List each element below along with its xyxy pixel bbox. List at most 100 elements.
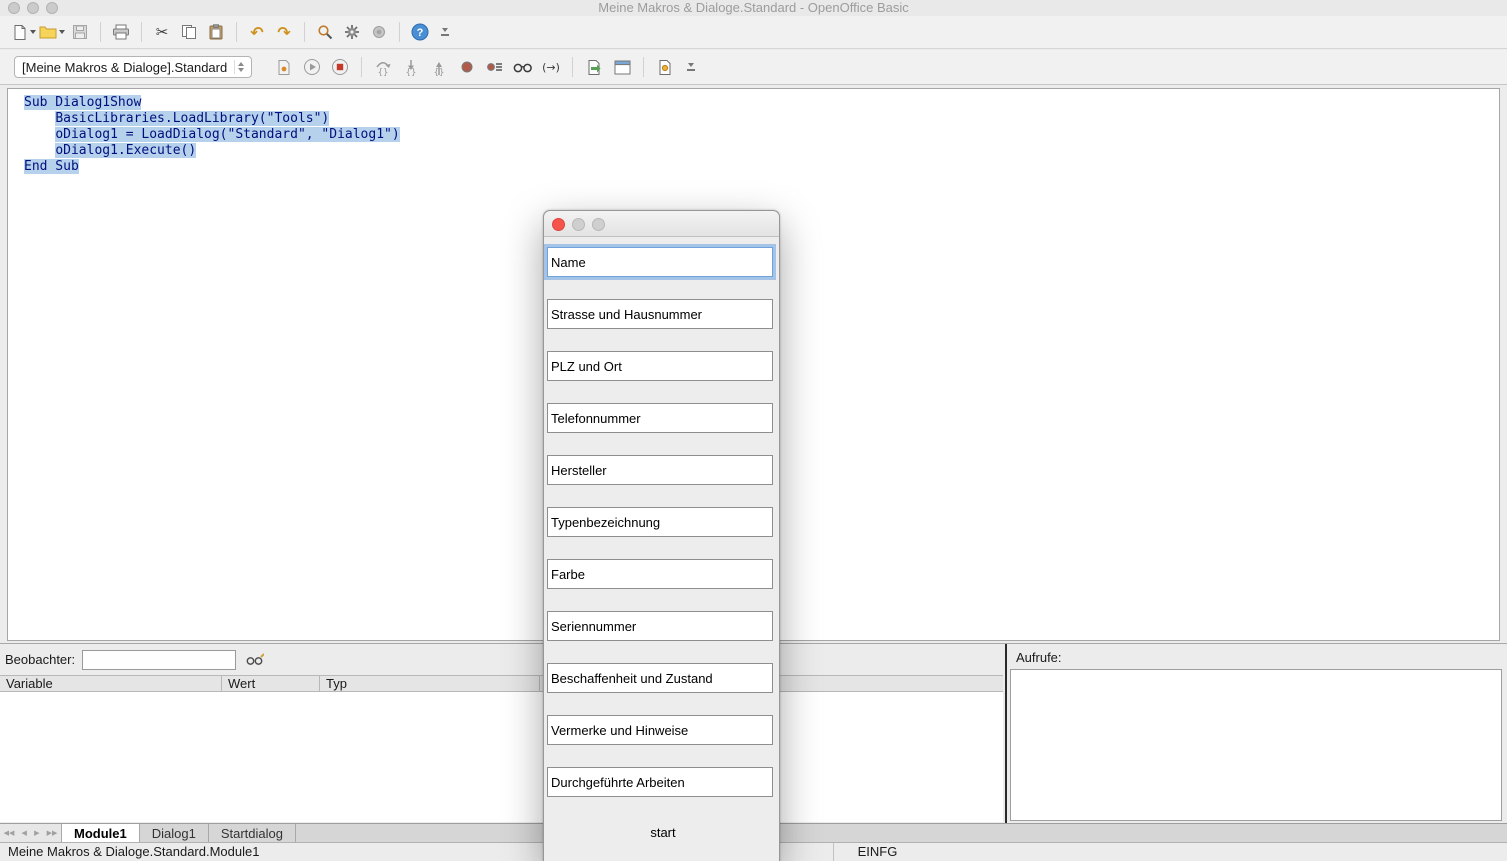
overflow-bar-icon [441,34,449,36]
calls-list[interactable] [1010,669,1502,821]
play-icon [303,58,321,76]
toolbar-separator [304,22,305,42]
insert-source-icon [586,59,603,76]
undo-button[interactable]: ↶ [245,20,269,44]
find-replace-button[interactable] [313,20,337,44]
field-hersteller[interactable] [547,455,773,485]
field-telefonnummer[interactable] [547,403,773,433]
paste-button[interactable] [204,20,228,44]
chevron-down-icon [30,30,36,34]
calls-panel: Aufrufe: [1007,644,1507,824]
printer-icon [112,24,130,40]
tab-startdialog[interactable]: Startdialog [209,824,296,842]
dialog-minimize-icon[interactable] [572,218,585,231]
column-header-variable[interactable]: Variable [0,676,222,691]
settings-button[interactable] [340,20,364,44]
library-combobox[interactable]: [Meine Makros & Dialoge].Standard [14,56,252,78]
select-macro-icon [657,59,674,76]
dialog-close-icon[interactable] [552,218,565,231]
field-seriennummer[interactable] [547,611,773,641]
help-button[interactable]: ? [408,20,432,44]
glasses-icon [246,653,264,666]
stepper-icon[interactable] [234,60,247,74]
insert-source-button[interactable] [582,55,606,79]
toolbar-separator [236,22,237,42]
dialog-titlebar[interactable] [544,211,779,237]
step-out-button[interactable]: {} [427,55,451,79]
zoom-window-icon[interactable] [46,2,58,14]
macro-toolbar: [Meine Makros & Dialoge].Standard {} {} … [0,50,1507,85]
toolbar-overflow-button[interactable] [441,28,449,36]
tab-dialog1[interactable]: Dialog1 [140,824,209,842]
close-window-icon[interactable] [8,2,20,14]
field-name[interactable] [547,247,773,277]
code-line: Sub Dialog1Show [24,95,1499,111]
watch-list[interactable] [0,692,1003,822]
column-header-wert[interactable]: Wert [222,676,320,691]
chevron-down-icon [59,30,65,34]
save-icon [72,24,88,40]
code-line: oDialog1.Execute() [24,143,1499,159]
dialog-zoom-icon[interactable] [592,218,605,231]
step-into-icon: {} [402,59,420,76]
new-document-button[interactable] [12,20,36,44]
prev-tab-icon[interactable]: ◀ [22,829,27,837]
compile-button[interactable] [272,55,296,79]
select-macro-button[interactable] [653,55,677,79]
library-combobox-value: [Meine Makros & Dialoge].Standard [22,60,230,75]
next-tab-icon[interactable]: ▶ [34,829,39,837]
new-document-icon [12,24,28,41]
window-title: Meine Makros & Dialoge.Standard - OpenOf… [0,0,1507,15]
field-strasse[interactable] [547,299,773,329]
toolbar-overflow-button[interactable] [687,63,695,71]
stop-icon [331,58,349,76]
field-plz-ort[interactable] [547,351,773,381]
watch-column-headers: Variable Wert Typ [0,675,1003,692]
redo-button[interactable]: ↷ [272,20,296,44]
step-out-icon: {} [430,59,448,76]
compile-icon [276,59,292,76]
overflow-bar-icon [687,69,695,71]
clipboard-icon [208,24,224,40]
breakpoint-list-icon [487,60,503,74]
cut-button[interactable]: ✂ [150,20,174,44]
field-vermerke[interactable] [547,715,773,745]
redo-arrow-icon: ↷ [277,23,290,42]
stop-button[interactable] [328,55,352,79]
last-tab-icon[interactable]: ▶▶ [47,829,58,837]
step-over-icon: {} [374,59,392,76]
find-parentheses-button[interactable]: (→) [539,55,563,79]
field-beschaffenheit[interactable] [547,663,773,693]
code-line: BasicLibraries.LoadLibrary("Tools") [24,111,1499,127]
run-button[interactable] [300,55,324,79]
print-button[interactable] [109,20,133,44]
minimize-window-icon[interactable] [27,2,39,14]
dialog-editor-button[interactable] [610,55,634,79]
start-button[interactable]: start [650,825,675,840]
enable-watch-button[interactable] [511,55,535,79]
glasses-icon [513,60,533,74]
tab-module1[interactable]: Module1 [62,824,140,842]
chevron-down-icon [688,63,694,67]
enable-watch-button-small[interactable] [243,650,267,670]
field-farbe[interactable] [547,559,773,589]
status-insert-mode[interactable]: EINFG [833,843,921,861]
field-typenbezeichnung[interactable] [547,507,773,537]
record-macro-button[interactable] [367,20,391,44]
calls-label: Aufrufe: [1007,644,1507,665]
open-button[interactable] [39,20,65,44]
field-arbeiten[interactable] [547,767,773,797]
breakpoint-button[interactable] [455,55,479,79]
tab-scroll-buttons: ◀◀ ◀ ▶ ▶▶ [0,824,62,842]
svg-text:?: ? [417,27,424,39]
copy-button[interactable] [177,20,201,44]
dialog-body: start [544,237,779,840]
titlebar: Meine Makros & Dialoge.Standard - OpenOf… [0,0,1507,16]
first-tab-icon[interactable]: ◀◀ [4,829,15,837]
save-button[interactable] [68,20,92,44]
single-step-button[interactable]: {} [399,55,423,79]
procedure-step-button[interactable]: {} [371,55,395,79]
column-header-typ[interactable]: Typ [320,676,540,691]
watch-input[interactable] [82,650,236,670]
manage-breakpoints-button[interactable] [483,55,507,79]
